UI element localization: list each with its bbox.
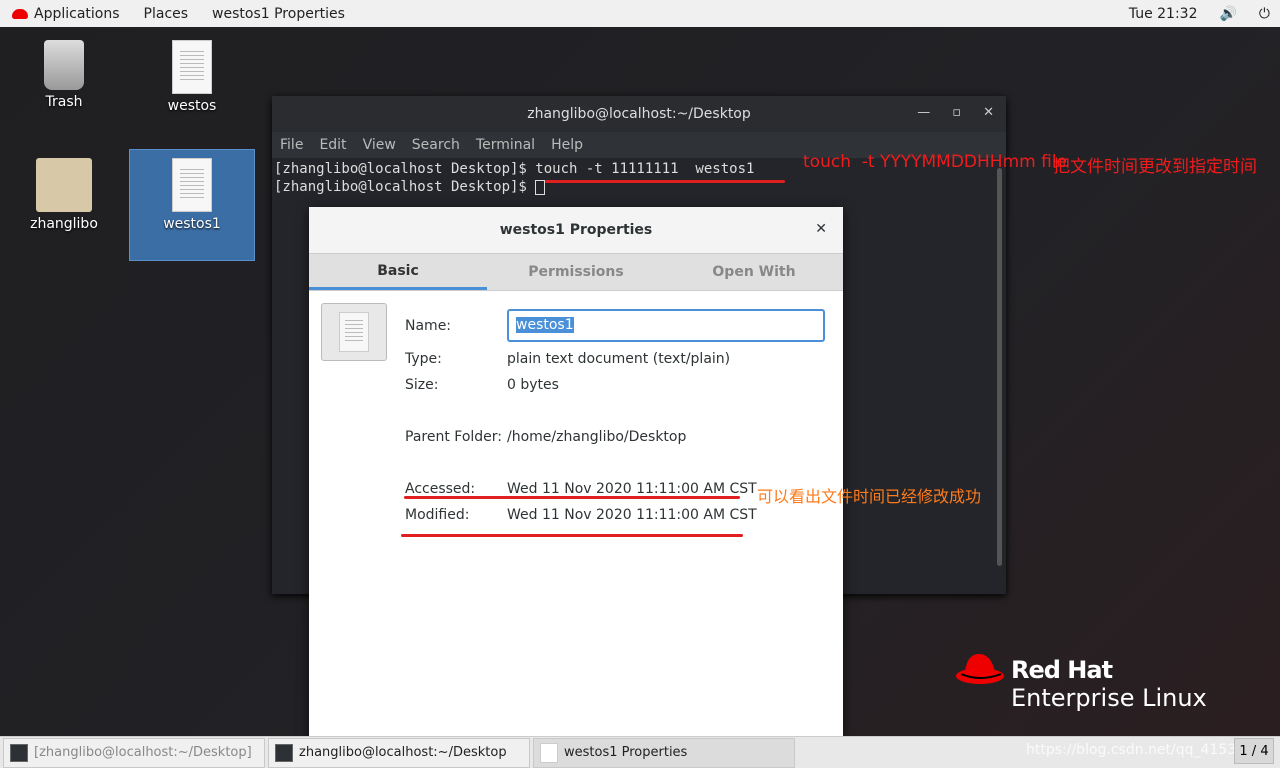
redhat-icon bbox=[12, 8, 28, 19]
taskbar-item-terminal-2[interactable]: zhanglibo@localhost:~/Desktop bbox=[268, 737, 530, 768]
workspace-pager[interactable]: 1 / 4 bbox=[1234, 738, 1274, 764]
command-desc-annotation: 把文件时间更改到指定时间 bbox=[1053, 157, 1257, 177]
minimize-icon[interactable]: — bbox=[917, 105, 930, 120]
name-input[interactable]: westos1 bbox=[507, 309, 825, 342]
document-icon bbox=[540, 742, 558, 763]
desktop-icon-home-folder[interactable]: zhanglibo bbox=[14, 158, 114, 232]
menu-edit[interactable]: Edit bbox=[311, 137, 354, 153]
logo-line1: Red Hat bbox=[1011, 656, 1113, 684]
desktop-icon-trash[interactable]: Trash bbox=[14, 40, 114, 110]
file-icon-button[interactable] bbox=[321, 303, 387, 361]
icon-label: westos1 bbox=[163, 216, 221, 232]
menu-search[interactable]: Search bbox=[404, 137, 468, 153]
tab-basic[interactable]: Basic bbox=[309, 254, 487, 290]
underline-annotation bbox=[404, 496, 740, 499]
active-window-menu[interactable]: westos1 Properties bbox=[200, 6, 357, 22]
underline-annotation bbox=[401, 534, 743, 537]
task-label: [zhanglibo@localhost:~/Desktop] bbox=[34, 745, 252, 760]
menu-terminal[interactable]: Terminal bbox=[468, 137, 543, 153]
accessed-label: Accessed: bbox=[405, 481, 476, 497]
size-label: Size: bbox=[405, 377, 439, 393]
type-label: Type: bbox=[405, 351, 442, 367]
folder-icon bbox=[36, 158, 92, 212]
accessed-value: Wed 11 Nov 2020 11:11:00 AM CST bbox=[507, 481, 757, 497]
logo-line2: Enterprise Linux bbox=[1011, 684, 1207, 712]
modified-label: Modified: bbox=[405, 507, 470, 523]
text-file-icon bbox=[339, 312, 369, 352]
places-menu[interactable]: Places bbox=[132, 6, 201, 22]
icon-label: westos bbox=[167, 98, 217, 114]
text-file-icon bbox=[172, 40, 212, 94]
menu-view[interactable]: View bbox=[355, 137, 404, 153]
terminal-title: zhanglibo@localhost:~/Desktop bbox=[527, 106, 751, 122]
parent-folder-value: /home/zhanglibo/Desktop bbox=[507, 429, 687, 445]
terminal-line: [zhanglibo@localhost Desktop]$ bbox=[274, 179, 536, 195]
icon-label: zhanglibo bbox=[30, 216, 98, 232]
desktop-icon-westos[interactable]: westos bbox=[142, 40, 242, 114]
name-value: westos1 bbox=[516, 317, 574, 333]
top-bar: Applications Places westos1 Properties T… bbox=[0, 0, 1280, 27]
taskbar-item-properties[interactable]: westos1 Properties bbox=[533, 737, 795, 768]
volume-icon[interactable]: 🔊 bbox=[1219, 6, 1236, 22]
command-hint-annotation: touch -t YYYYMMDDHHmm file bbox=[803, 152, 1068, 172]
task-label: zhanglibo@localhost:~/Desktop bbox=[299, 745, 507, 760]
power-icon[interactable]: ⏻ bbox=[1259, 6, 1270, 22]
redhat-hat-icon bbox=[956, 654, 1004, 684]
icon-label: Trash bbox=[45, 94, 83, 110]
name-label: Name: bbox=[405, 318, 452, 334]
menu-file[interactable]: File bbox=[272, 137, 311, 153]
menu-help[interactable]: Help bbox=[543, 137, 591, 153]
terminal-titlebar[interactable]: zhanglibo@localhost:~/Desktop — ▫ ✕ bbox=[272, 96, 1006, 132]
clock[interactable]: Tue 21:32 bbox=[1129, 6, 1198, 22]
tab-open-with[interactable]: Open With bbox=[665, 254, 843, 290]
applications-label: Applications bbox=[34, 5, 120, 22]
terminal-icon bbox=[10, 743, 28, 762]
text-file-icon bbox=[172, 158, 212, 212]
maximize-icon[interactable]: ▫ bbox=[952, 105, 961, 120]
tab-permissions[interactable]: Permissions bbox=[487, 254, 665, 290]
close-icon[interactable]: ✕ bbox=[815, 221, 827, 237]
desktop-icon-westos1[interactable]: westos1 bbox=[129, 149, 255, 261]
underline-annotation bbox=[545, 180, 785, 183]
type-value: plain text document (text/plain) bbox=[507, 351, 731, 367]
dialog-titlebar[interactable]: westos1 Properties ✕ bbox=[309, 207, 843, 253]
result-note-annotation: 可以看出文件时间已经修改成功 bbox=[757, 487, 982, 506]
properties-dialog: westos1 Properties ✕ Basic Permissions Op… bbox=[309, 207, 843, 737]
taskbar-item-terminal-1[interactable]: [zhanglibo@localhost:~/Desktop] bbox=[3, 737, 265, 768]
task-label: westos1 Properties bbox=[564, 745, 688, 760]
parent-folder-label: Parent Folder: bbox=[405, 429, 503, 445]
scrollbar[interactable] bbox=[997, 168, 1002, 566]
size-value: 0 bytes bbox=[507, 377, 559, 393]
terminal-icon bbox=[275, 743, 293, 762]
cursor bbox=[535, 179, 546, 195]
close-icon[interactable]: ✕ bbox=[983, 105, 994, 120]
applications-menu[interactable]: Applications bbox=[0, 6, 132, 22]
trash-icon bbox=[44, 40, 84, 90]
dialog-title: westos1 Properties bbox=[499, 222, 653, 238]
modified-value: Wed 11 Nov 2020 11:11:00 AM CST bbox=[507, 507, 757, 523]
